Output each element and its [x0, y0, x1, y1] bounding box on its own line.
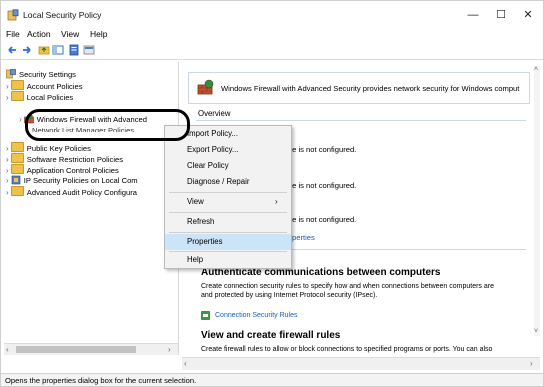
expand-chevron-icon[interactable]: › — [6, 155, 9, 164]
tree-horizontal-scrollbar[interactable]: ‹ › — [4, 343, 178, 355]
status-bar: Opens the properties dialog box for the … — [1, 373, 543, 386]
expand-chevron-icon[interactable]: › — [6, 144, 9, 153]
local-security-policy-app-icon — [7, 9, 19, 21]
up-folder-icon[interactable] — [38, 44, 50, 56]
context-refresh[interactable]: Refresh — [165, 214, 291, 230]
folder-icon — [10, 91, 24, 101]
scroll-right-arrow-icon[interactable]: › — [530, 359, 533, 368]
window-title: Local Security Policy — [23, 10, 102, 20]
ip-security-icon — [11, 175, 21, 185]
scroll-right-arrow-icon[interactable]: › — [168, 345, 171, 354]
expand-chevron-icon[interactable]: › — [6, 188, 9, 197]
menu-file[interactable]: File — [3, 27, 23, 42]
tree-item-account-policies[interactable]: › Account Policies — [6, 80, 83, 91]
tree-item-label: Advanced Audit Policy Configura — [26, 188, 137, 197]
tree-item-label: Account Policies — [26, 82, 83, 91]
expand-chevron-icon[interactable]: › — [6, 82, 9, 91]
help-icon[interactable] — [83, 44, 95, 56]
tree-item-software-restriction[interactable]: › Software Restriction Policies — [6, 153, 123, 164]
scroll-up-arrow-icon[interactable]: ˄ — [534, 66, 538, 73]
expand-chevron-icon[interactable]: › — [6, 166, 9, 175]
tree-root[interactable]: Security Settings — [6, 69, 76, 80]
tree-item-public-key[interactable]: › Public Key Policies — [6, 142, 91, 153]
tree-item-label: Application Control Policies — [26, 166, 119, 175]
tree-item-application-control[interactable]: › Application Control Policies — [6, 164, 119, 175]
divider — [196, 120, 526, 121]
public-profile-status: te is not configured. — [290, 215, 357, 224]
selection-highlight-ring — [25, 109, 190, 141]
menu-action[interactable]: Action — [24, 27, 54, 42]
firewall-header-banner: Windows Firewall with Advanced Security … — [188, 72, 530, 104]
private-profile-status: te is not configured. — [290, 181, 357, 190]
expand-chevron-icon[interactable]: › — [6, 93, 9, 102]
toolbar — [1, 43, 543, 60]
firewall-shield-icon — [197, 79, 214, 95]
menu-view[interactable]: View — [58, 27, 82, 42]
context-view[interactable]: View › — [165, 194, 291, 210]
show-hide-tree-icon[interactable] — [52, 44, 64, 56]
expand-chevron-icon[interactable]: › — [19, 115, 22, 124]
firewall-description: Windows Firewall with Advanced Security … — [221, 84, 520, 93]
tree-item-advanced-audit[interactable]: › Advanced Audit Policy Configura — [6, 186, 137, 197]
context-clear-policy[interactable]: Clear Policy — [165, 158, 291, 174]
view-create-rules-description: Create firewall rules to allow or block … — [201, 346, 493, 353]
expand-chevron-icon[interactable]: › — [6, 176, 9, 185]
context-view-label: View — [187, 197, 204, 206]
scroll-thumb[interactable] — [16, 346, 136, 353]
overview-heading: Overview — [198, 109, 231, 118]
close-button[interactable]: ✕ — [515, 5, 541, 25]
connection-security-rules-icon — [201, 311, 210, 320]
tree-item-label: Public Key Policies — [26, 144, 91, 153]
folder-icon — [10, 142, 24, 152]
results-horizontal-scrollbar[interactable]: ‹ › — [182, 357, 540, 370]
folder-icon — [10, 186, 24, 196]
status-text: Opens the properties dialog box for the … — [5, 376, 197, 385]
connection-security-rules-link[interactable]: Connection Security Rules — [215, 312, 298, 319]
menu-bar: File Action View Help — [1, 27, 543, 42]
view-create-rules-heading: View and create firewall rules — [201, 330, 341, 341]
maximize-button[interactable]: ☐ — [488, 5, 514, 25]
tree-item-local-policies[interactable]: › Local Policies — [6, 91, 73, 102]
folder-icon — [10, 153, 24, 163]
context-diagnose-repair[interactable]: Diagnose / Repair — [165, 174, 291, 190]
menu-separator — [169, 192, 287, 193]
security-settings-icon — [6, 69, 16, 79]
right-vertical-scrollbar[interactable]: ˄ ˅ — [534, 66, 540, 336]
authenticate-description-line-1: Create connection security rules to spec… — [201, 283, 494, 290]
scroll-left-arrow-icon[interactable]: ‹ — [6, 345, 9, 354]
tree-item-label: Software Restriction Policies — [26, 155, 124, 164]
folder-icon — [10, 164, 24, 174]
tree-item-label: Local Policies — [26, 93, 74, 102]
context-export-policy[interactable]: Export Policy... — [165, 142, 291, 158]
back-icon[interactable] — [6, 44, 18, 56]
windows-firewall-properties-link[interactable]: perties — [292, 233, 315, 242]
menu-help[interactable]: Help — [87, 27, 110, 42]
scroll-down-arrow-icon[interactable]: ˅ — [534, 328, 538, 335]
folder-icon — [10, 80, 24, 90]
mmc-window: Local Security Policy — ☐ ✕ File Action … — [0, 0, 544, 387]
domain-profile-status: te is not configured. — [290, 145, 357, 154]
submenu-arrow-icon: › — [275, 197, 278, 206]
menu-separator — [169, 232, 287, 233]
menu-separator — [169, 212, 287, 213]
context-properties[interactable]: Properties — [165, 234, 291, 250]
tree-item-label: IP Security Policies on Local Com — [23, 176, 138, 185]
forward-icon[interactable] — [21, 44, 33, 56]
tree-item-ip-security[interactable]: › IP Security Policies on Local Com — [6, 175, 138, 186]
context-help[interactable]: Help — [165, 252, 291, 268]
context-menu: Import Policy... Export Policy... Clear … — [164, 125, 292, 269]
minimize-button[interactable]: — — [460, 5, 486, 25]
scroll-left-arrow-icon[interactable]: ‹ — [184, 359, 187, 368]
properties-icon[interactable] — [68, 44, 80, 56]
tree-root-label: Security Settings — [19, 70, 76, 79]
authenticate-description-line-2: and protected by using Internet Protocol… — [201, 292, 378, 299]
console-tree: Security Settings › Account Policies › L… — [4, 62, 179, 355]
